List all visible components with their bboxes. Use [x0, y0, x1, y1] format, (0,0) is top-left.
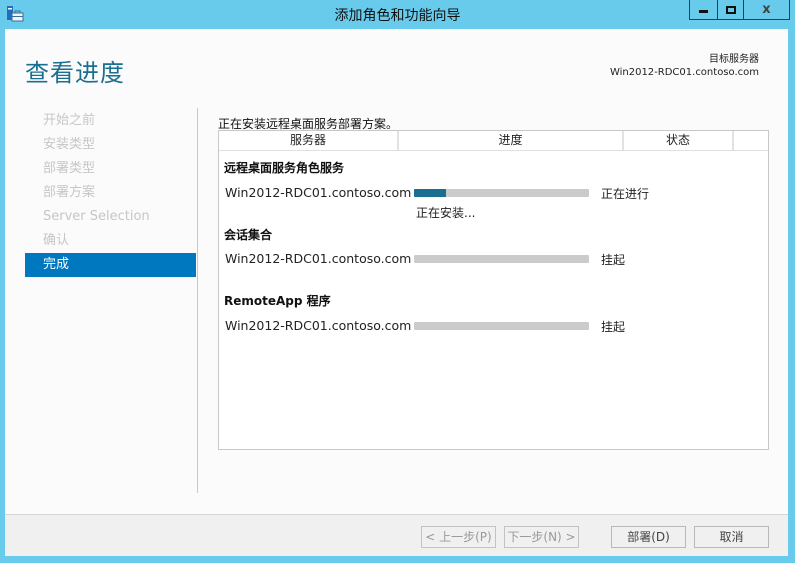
maximize-icon — [725, 5, 736, 14]
progress-grid: 服务器 进度 状态 远程桌面服务角色服务 Win2012-RDC01.conto… — [218, 130, 769, 450]
page-title: 查看进度 — [25, 59, 125, 87]
row-status: 挂起 — [601, 320, 626, 334]
maximize-button[interactable] — [717, 0, 744, 20]
nav-item-installation-type: 安装类型 — [43, 137, 96, 152]
row-server: Win2012-RDC01.contoso.com — [225, 251, 412, 266]
wizard-nav: 开始之前 安装类型 部署类型 部署方案 Server Selection 确认 … — [25, 109, 196, 277]
row-server: Win2012-RDC01.contoso.com — [225, 185, 412, 200]
nav-item-completion[interactable]: 完成 — [25, 253, 196, 277]
window-title: 添加角色和功能向导 — [334, 8, 461, 24]
minimize-button[interactable] — [689, 0, 718, 20]
row-detail: 正在安装... — [416, 206, 476, 220]
progress-bar-fill — [414, 189, 446, 197]
column-header-empty — [734, 131, 768, 150]
grid-header: 服务器 进度 状态 — [219, 131, 768, 151]
column-header-server[interactable]: 服务器 — [219, 131, 399, 150]
previous-button[interactable]: < 上一步(P) — [421, 526, 496, 548]
title-bar: 添加角色和功能向导 x — [0, 0, 795, 29]
close-icon: x — [762, 2, 771, 17]
nav-item-before-you-begin: 开始之前 — [43, 113, 96, 128]
column-header-status[interactable]: 状态 — [624, 131, 734, 150]
nav-item-deployment-type: 部署类型 — [43, 161, 96, 176]
cancel-button[interactable]: 取消 — [694, 526, 769, 548]
group-title: RemoteApp 程序 — [224, 294, 331, 308]
progress-bar — [414, 322, 589, 330]
group-title: 远程桌面服务角色服务 — [224, 161, 345, 175]
deploy-button[interactable]: 部署(D) — [611, 526, 686, 548]
target-server-name: Win2012-RDC01.contoso.com — [609, 67, 759, 78]
nav-item-confirmation: 确认 — [43, 233, 70, 248]
nav-item-deployment-scenario: 部署方案 — [43, 185, 96, 200]
wizard-window: 查看进度 目标服务器 Win2012-RDC01.contoso.com 开始之… — [5, 29, 788, 556]
column-header-progress[interactable]: 进度 — [399, 131, 624, 150]
nav-divider — [197, 108, 198, 493]
row-status: 正在进行 — [601, 187, 650, 201]
progress-bar — [414, 255, 589, 263]
group-title: 会话集合 — [224, 228, 273, 242]
close-button[interactable]: x — [743, 0, 790, 20]
target-server-label: 目标服务器 — [709, 54, 759, 65]
minimize-icon — [699, 10, 708, 13]
row-status: 挂起 — [601, 253, 626, 267]
wizard-footer: < 上一步(P) 下一步(N) > 部署(D) 取消 — [5, 514, 788, 556]
nav-item-server-selection: Server Selection — [43, 209, 150, 224]
target-server-info: 目标服务器 Win2012-RDC01.contoso.com — [610, 53, 759, 79]
row-server: Win2012-RDC01.contoso.com — [225, 318, 412, 333]
progress-bar — [414, 189, 589, 197]
next-button[interactable]: 下一步(N) > — [504, 526, 579, 548]
